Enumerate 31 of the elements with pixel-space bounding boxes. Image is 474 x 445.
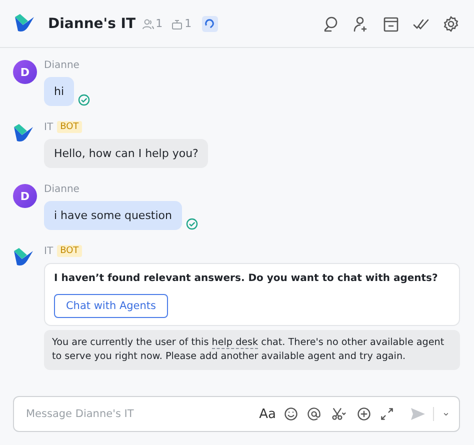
help-desk-link[interactable]: help desk xyxy=(212,337,258,349)
sender-name: IT xyxy=(44,122,54,132)
calendar-icon[interactable] xyxy=(382,14,400,32)
sender-name: Dianne xyxy=(44,60,80,70)
user-avatar[interactable]: D xyxy=(13,60,37,84)
headset-icon[interactable] xyxy=(204,18,216,29)
member-count: 1 xyxy=(156,17,163,30)
emoji-icon[interactable] xyxy=(283,406,299,422)
message-bubble: hi xyxy=(44,77,74,106)
bot-badge: BOT xyxy=(57,121,82,133)
bot-count: 1 xyxy=(184,17,192,30)
scissors-icon[interactable] xyxy=(329,406,349,422)
text-format-button[interactable]: Aa xyxy=(259,406,276,422)
bot-icon xyxy=(170,18,183,30)
bot-badge: BOT xyxy=(57,245,82,257)
chat-with-agents-button[interactable]: Chat with Agents xyxy=(54,294,168,318)
expand-icon[interactable] xyxy=(379,406,395,422)
search-icon[interactable] xyxy=(322,14,340,32)
mention-icon[interactable] xyxy=(306,406,322,422)
message-input[interactable]: Message Dianne's IT xyxy=(24,407,260,421)
user-avatar[interactable]: D xyxy=(13,184,37,208)
card-title: I haven’t found relevant answers. Do you want to chat with agents? xyxy=(54,273,439,284)
message-bubble: Hello, how can I help you? xyxy=(44,139,208,168)
message-bubble: i have some question xyxy=(44,201,182,230)
system-note: You are currently the user of this help desk chat. There's no other available agent to serve you right now. Please add another available agent and try again. xyxy=(44,330,460,370)
add-icon[interactable] xyxy=(356,406,372,422)
settings-icon[interactable] xyxy=(442,14,460,32)
members-icon xyxy=(142,18,154,30)
sender-name: IT xyxy=(44,246,54,256)
chat-title: Dianne's IT xyxy=(48,16,136,32)
sender-name: Dianne xyxy=(44,184,80,194)
